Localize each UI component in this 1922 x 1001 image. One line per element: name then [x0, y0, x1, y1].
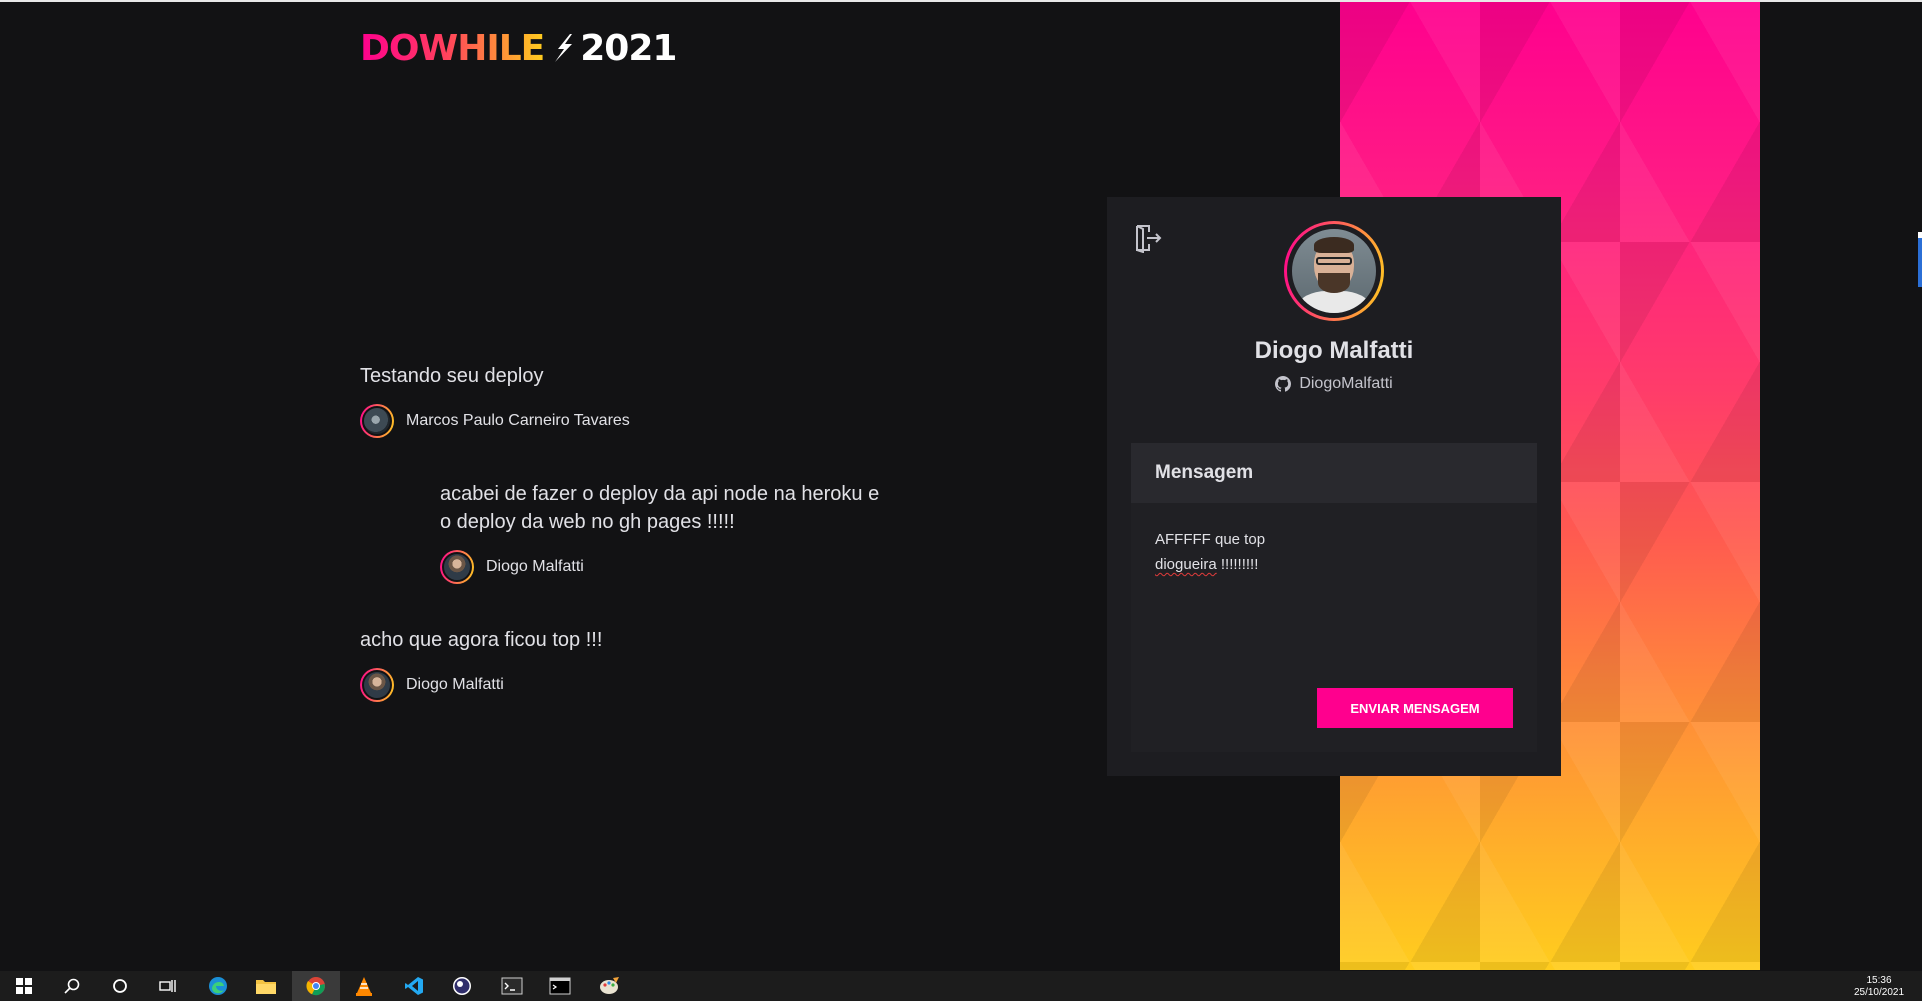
dowhile-logo: DOWHILE 2021 [360, 27, 677, 69]
profile-name: Diogo Malfatti [1254, 337, 1414, 364]
send-message-card: Diogo Malfatti DiogoMalfatti Mensagem AF… [1107, 197, 1561, 776]
lightning-icon [552, 33, 574, 63]
cmd-icon[interactable] [536, 971, 584, 1001]
message-textarea-line1: AFFFFF que top [1155, 531, 1266, 548]
message-form: Mensagem AFFFFF que top diogueira !!!!!!… [1131, 443, 1537, 752]
search-icon[interactable] [48, 971, 96, 1001]
message-item: acho que agora ficou top !!! Diogo Malfa… [360, 626, 880, 702]
taskbar: 15:36 25/10/2021 [0, 971, 1922, 1001]
message-textarea[interactable]: AFFFFF que top diogueira !!!!!!!!! [1155, 527, 1455, 577]
task-view-icon[interactable] [144, 971, 192, 1001]
scrollbar[interactable] [1918, 232, 1922, 287]
vlc-icon[interactable] [340, 971, 388, 1001]
avatar [360, 668, 394, 702]
message-item: Testando seu deploy Marcos Paulo Carneir… [360, 362, 880, 438]
paint-icon[interactable] [586, 971, 634, 1001]
message-user-name: Diogo Malfatti [406, 676, 504, 693]
vscode-icon[interactable] [390, 971, 438, 1001]
message-user-name: Marcos Paulo Carneiro Tavares [406, 412, 630, 429]
clock-time: 15:36 [1866, 975, 1892, 986]
cortana-icon[interactable] [96, 971, 144, 1001]
scrollbar-edge [1918, 232, 1922, 238]
terminal-icon[interactable] [488, 971, 536, 1001]
message-user: Marcos Paulo Carneiro Tavares [360, 404, 880, 438]
github-icon [1275, 376, 1292, 392]
obs-icon[interactable] [438, 971, 486, 1001]
message-form-title: Mensagem [1131, 443, 1537, 503]
message-user: Diogo Malfatti [360, 668, 880, 702]
clock-date: 25/10/2021 [1853, 987, 1905, 998]
message-user: Diogo Malfatti [440, 550, 880, 584]
profile-github-user: DiogoMalfatti [1299, 375, 1393, 392]
profile-avatar [1284, 221, 1384, 321]
sign-out-icon[interactable] [1133, 223, 1163, 254]
taskbar-clock[interactable]: 15:36 25/10/2021 [1844, 975, 1914, 999]
avatar [440, 550, 474, 584]
message-user-name: Diogo Malfatti [486, 558, 584, 575]
windows-start-icon[interactable] [0, 971, 48, 1001]
misspelled-word: diogueira [1155, 556, 1217, 573]
message-textarea-rest: !!!!!!!!! [1216, 556, 1259, 573]
message-text: acabei de fazer o deploy da api node na … [440, 483, 880, 533]
edge-icon[interactable] [194, 971, 242, 1001]
profile-github[interactable]: DiogoMalfatti [1107, 375, 1561, 393]
message-text: acho que agora ficou top !!! [360, 629, 603, 651]
file-explorer-icon[interactable] [242, 971, 290, 1001]
logo-year: 2021 [580, 27, 677, 69]
logo-text: DOWHILE [360, 27, 545, 69]
send-message-button[interactable]: Enviar mensagem [1317, 688, 1513, 728]
avatar [360, 404, 394, 438]
message-text: Testando seu deploy [360, 365, 544, 387]
message-item: acabei de fazer o deploy da api node na … [440, 480, 880, 584]
chrome-icon[interactable] [292, 971, 340, 1001]
